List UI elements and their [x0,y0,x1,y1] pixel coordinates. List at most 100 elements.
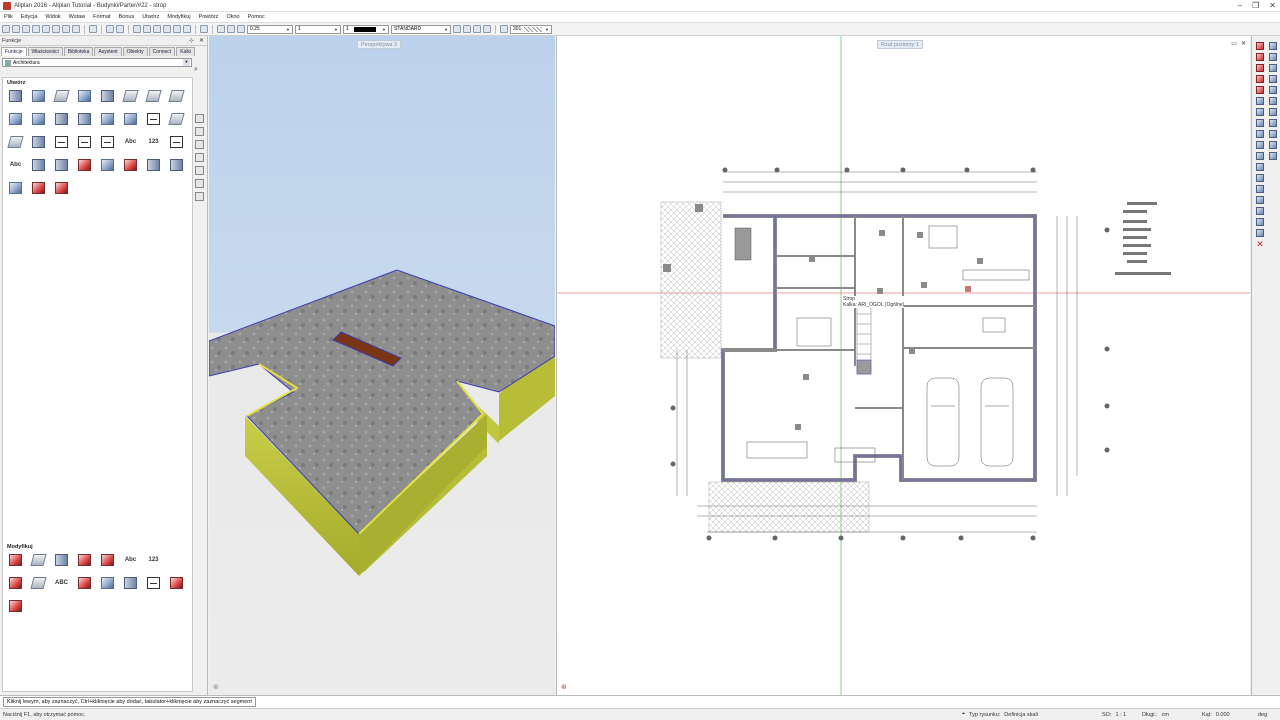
window-6-icon[interactable] [183,25,191,33]
strip-rooms-icon[interactable] [194,153,204,162]
section-icon[interactable] [78,159,91,171]
window-1-icon[interactable] [133,25,141,33]
roof-icon[interactable] [145,90,162,102]
downstand-icon[interactable] [78,90,91,102]
design-browser-icon[interactable] [22,25,30,33]
viewport-label-plan[interactable]: Rzut poziomy 1 [877,40,923,49]
copy-tool-icon[interactable] [1256,141,1264,149]
trim-icon[interactable] [101,554,114,566]
pattern-icon[interactable] [78,136,91,148]
scale-field[interactable]: SO: 1 : 1 [1102,712,1142,718]
pick-format-icon[interactable] [227,25,235,33]
macro-icon[interactable] [32,182,45,194]
snap-edge-icon[interactable] [1269,53,1277,61]
snap-grid-icon[interactable] [1269,108,1277,116]
offset-icon[interactable] [9,577,22,589]
strip-favorites-icon[interactable] [194,114,204,123]
close-icon[interactable]: ✕ [1241,40,1246,47]
menu-format[interactable]: Format [89,14,114,20]
line-type-select[interactable]: 1 ▼ [295,24,341,34]
hatch-icon[interactable] [55,136,68,148]
menu-plik[interactable]: Plik [0,14,17,20]
format-icon[interactable] [500,25,508,33]
snap-center-icon[interactable] [1269,64,1277,72]
label-tool-icon[interactable]: Abc [9,159,22,171]
menu-bonus[interactable]: Bonus [115,14,139,20]
zoom-icon[interactable] [200,25,208,33]
pen-tool-icon[interactable] [1256,42,1264,50]
plane-icon[interactable] [168,90,185,102]
layer-lock-icon[interactable] [473,25,481,33]
search-icon[interactable]: ⌕ [194,66,198,74]
save-icon[interactable] [42,25,50,33]
niche-icon[interactable] [32,113,45,125]
opening-icon[interactable] [9,113,22,125]
layer-icon[interactable] [32,25,40,33]
stretch-tool-icon[interactable] [1256,174,1264,182]
layer-visible-icon[interactable] [463,25,471,33]
mirror-tool-icon[interactable] [1256,130,1264,138]
modify-text-icon[interactable]: Abc [124,554,137,566]
text-tool-icon[interactable]: Abc [124,136,137,148]
polyline-tool-icon[interactable] [1256,64,1264,72]
pen-format-icon[interactable] [217,25,225,33]
report-icon[interactable] [124,159,137,171]
line-tool-icon[interactable] [1256,53,1264,61]
strip-roofs-icon[interactable] [194,179,204,188]
snap-tangent-icon[interactable] [1269,97,1277,105]
delete-opening-icon[interactable] [170,577,183,589]
tab-wlasciwosci[interactable]: Właściwości [27,47,63,56]
strip-basic-icon[interactable] [194,127,204,136]
point-tool-icon[interactable] [1256,108,1264,116]
tab-obiekty[interactable]: Obiekty [122,47,148,56]
move-tool-icon[interactable] [1256,152,1264,160]
window-5-icon[interactable] [173,25,181,33]
pin-icon[interactable]: ⊹ [189,37,194,44]
plan-viewport[interactable]: Strop Kalka: ARI_OGOL (Ogólne) Rzut pozi… [556,36,1250,695]
plot-icon[interactable] [62,25,70,33]
close-icon[interactable]: ✕ [1269,1,1276,10]
tab-biblioteka[interactable]: Biblioteka [63,47,94,56]
maximize-icon[interactable]: ❐ [1252,1,1259,10]
dimension-icon[interactable] [147,113,160,125]
navigation-icon[interactable]: ⊛ [561,683,567,691]
door-icon[interactable] [55,113,68,125]
window-3-icon[interactable] [153,25,161,33]
snap-intersection-icon[interactable] [1269,75,1277,83]
pen-thickness-select[interactable]: 0.25 ▼ [247,24,293,34]
stair-icon[interactable] [7,136,24,148]
drawing-type-field[interactable]: ⌖ Typ rysunku: Definicja skali [962,711,1102,718]
view-icon[interactable] [101,159,114,171]
cut-icon[interactable] [72,25,80,33]
angle-field[interactable]: Kąt: 0.000 [1202,712,1258,718]
menu-widok[interactable]: Widok [41,14,64,20]
snap-track-icon[interactable] [1269,141,1277,149]
menu-modyfikuj[interactable]: Modyfikuj [163,14,194,20]
menu-utworz[interactable]: Utwórz [138,14,163,20]
layer-filter-icon[interactable] [483,25,491,33]
tab-connect[interactable]: Connect [148,47,176,56]
module-select[interactable]: Architektura ▼ [2,58,192,67]
print-icon[interactable] [52,25,60,33]
caps-text-icon[interactable]: ABC [55,577,68,589]
recess-icon[interactable] [101,113,114,125]
pillar-icon[interactable] [101,90,114,102]
smart-symbol-icon[interactable] [9,182,22,194]
number-tool-icon[interactable]: 123 [147,136,160,148]
move-icon[interactable] [101,577,114,589]
window-tool-icon[interactable] [78,113,91,125]
window-2-icon[interactable] [143,25,151,33]
arc-tool-icon[interactable] [1256,75,1264,83]
mirror-icon[interactable] [78,577,91,589]
line-color-select[interactable]: 1 ▼ [343,24,389,34]
library-icon[interactable] [55,182,68,194]
rotate-icon[interactable] [30,577,47,589]
grid-icon[interactable] [170,136,183,148]
delete-icon[interactable]: ✕ [1256,240,1264,249]
tab-funkcje[interactable]: Funkcje [1,47,27,56]
snap-perpendicular-icon[interactable] [1269,86,1277,94]
snap-ortho-icon[interactable] [1269,130,1277,138]
elevation-icon[interactable] [101,136,114,148]
scale-tool-icon[interactable] [1256,196,1264,204]
pen-icon[interactable] [237,25,245,33]
